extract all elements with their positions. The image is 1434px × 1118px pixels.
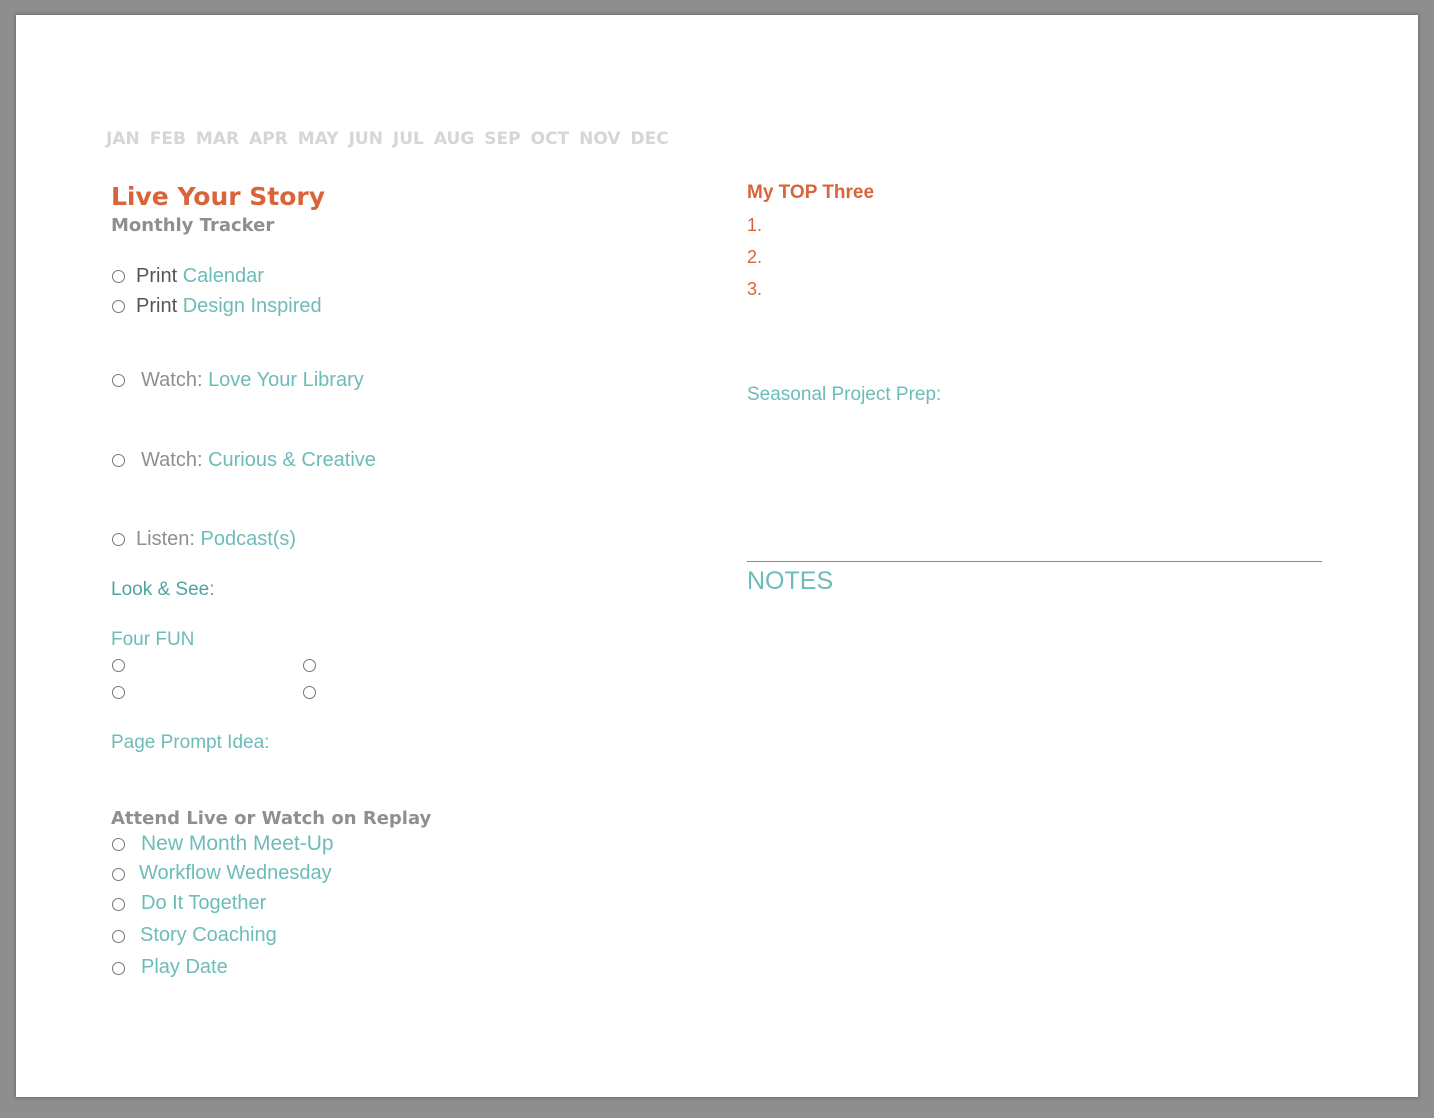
month-jun[interactable]: JUN [349, 129, 383, 149]
checklist-item-watch-love-your-library: Watch: Love Your Library [141, 369, 364, 392]
top-three-item-1: 1. [747, 215, 763, 235]
top-three-item-3: 3. [747, 279, 763, 299]
four-fun-heading: Four FUN [111, 629, 195, 650]
month-oct[interactable]: OCT [531, 129, 570, 149]
checkbox-watch-curious-creative[interactable] [112, 454, 125, 467]
checklist-prefix: Listen: [136, 528, 195, 550]
checkbox-print-calendar[interactable] [112, 270, 125, 283]
four-fun-checkbox-1[interactable] [112, 659, 125, 672]
checklist-item-print-design-inspired: Print Design Inspired [136, 295, 322, 318]
notes-heading: NOTES [747, 567, 834, 595]
month-jul[interactable]: JUL [393, 129, 424, 149]
checkbox-do-it-together[interactable] [112, 898, 125, 911]
notes-divider [747, 561, 1322, 562]
checklist-item-watch-curious-creative: Watch: Curious & Creative [141, 449, 376, 472]
month-mar[interactable]: MAR [196, 129, 239, 149]
checkbox-new-month-meetup[interactable] [112, 838, 125, 851]
checkbox-watch-love-your-library[interactable] [112, 374, 125, 387]
event-new-month-meetup[interactable]: New Month Meet-Up [141, 832, 334, 856]
checkbox-workflow-wednesday[interactable] [112, 868, 125, 881]
checklist-prefix: Print [136, 295, 178, 317]
month-dec[interactable]: DEC [631, 129, 669, 149]
event-story-coaching[interactable]: Story Coaching [140, 924, 277, 947]
checklist-item-listen-podcasts: Listen: Podcast(s) [136, 528, 296, 551]
checkbox-play-date[interactable] [112, 962, 125, 975]
month-feb[interactable]: FEB [150, 129, 186, 149]
four-fun-checkbox-2[interactable] [303, 659, 316, 672]
attend-heading: Attend Live or Watch on Replay [111, 808, 432, 829]
checkbox-print-design-inspired[interactable] [112, 300, 125, 313]
checkbox-listen-podcasts[interactable] [112, 533, 125, 546]
month-strip: JAN FEB MAR APR MAY JUN JUL AUG SEP OCT … [106, 129, 669, 149]
top-three-item-2: 2. [747, 247, 763, 267]
event-workflow-wednesday[interactable]: Workflow Wednesday [139, 862, 332, 885]
checklist-item-print-calendar: Print Calendar [136, 265, 264, 288]
four-fun-checkbox-4[interactable] [303, 686, 316, 699]
checkbox-story-coaching[interactable] [112, 930, 125, 943]
month-may[interactable]: MAY [298, 129, 339, 149]
checklist-prefix: Print [136, 265, 178, 287]
top-three-heading: My TOP Three [747, 182, 875, 203]
month-aug[interactable]: AUG [434, 129, 474, 149]
month-sep[interactable]: SEP [484, 129, 520, 149]
tracker-page: JAN FEB MAR APR MAY JUN JUL AUG SEP OCT … [16, 15, 1418, 1097]
page-prompt-heading: Page Prompt Idea: [111, 732, 270, 753]
four-fun-checkbox-3[interactable] [112, 686, 125, 699]
checklist-prefix: Watch: [141, 369, 203, 391]
month-jan[interactable]: JAN [106, 129, 140, 149]
checklist-link[interactable]: Design Inspired [183, 295, 322, 317]
checklist-link[interactable]: Podcast(s) [201, 528, 297, 550]
checklist-link[interactable]: Curious & Creative [208, 449, 376, 471]
month-nov[interactable]: NOV [579, 129, 620, 149]
look-and-see-heading: Look & See: [111, 579, 215, 600]
checklist-prefix: Watch: [141, 449, 203, 471]
page-title: Live Your Story [111, 182, 326, 211]
event-play-date[interactable]: Play Date [141, 956, 228, 979]
seasonal-project-heading: Seasonal Project Prep: [747, 384, 942, 405]
event-do-it-together[interactable]: Do It Together [141, 892, 266, 915]
page-subtitle: Monthly Tracker [111, 215, 275, 236]
month-apr[interactable]: APR [249, 129, 288, 149]
checklist-link[interactable]: Love Your Library [208, 369, 364, 391]
checklist-link[interactable]: Calendar [183, 265, 264, 287]
